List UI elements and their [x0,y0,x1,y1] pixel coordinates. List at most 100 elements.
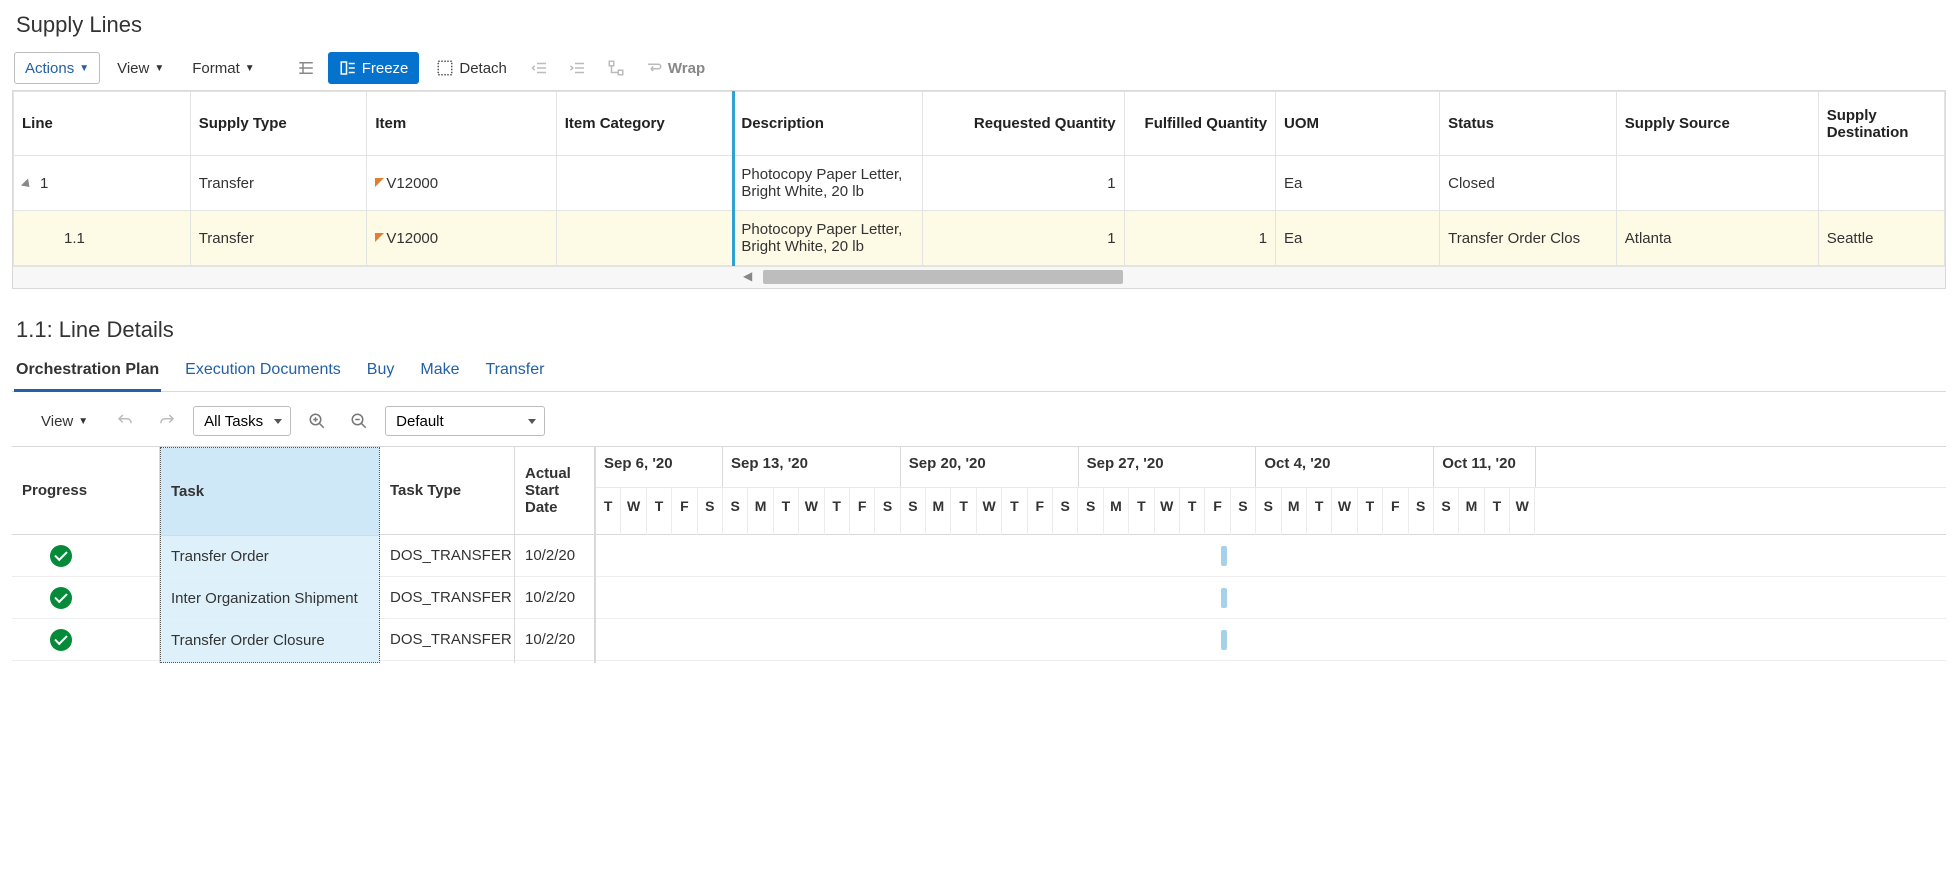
tasktype-cell: DOS_TRANSFER [380,577,514,619]
col-requested-qty[interactable]: Requested Quantity [922,92,1124,156]
status-complete-icon [50,587,72,609]
task-cell[interactable]: Transfer Order [161,536,379,578]
query-by-example-button[interactable] [290,52,322,84]
cell-item-category [556,211,733,266]
horizontal-scrollbar[interactable]: ◀ [13,266,1945,288]
zoom-out-button[interactable] [343,406,375,436]
timeline-week-header: Sep 27, '20 [1079,447,1257,487]
startdate-cell: 10/2/20 [515,577,594,619]
gantt-bar[interactable] [1221,630,1227,650]
section-title-line-details: 1.1: Line Details [16,317,1946,343]
col-header-progress[interactable]: Progress [12,447,159,535]
col-description[interactable]: Description [733,92,922,156]
gantt-chart: Progress Task Transfer Order Inter Organ… [12,446,1946,663]
cell-supply-source: Atlanta [1616,211,1818,266]
tasktype-cell: DOS_TRANSFER [380,619,514,661]
col-supply-destination[interactable]: Supply Destination [1818,92,1944,156]
timeline-day-header: M [926,488,951,535]
table-filter-icon [297,59,315,77]
format-menu-button[interactable]: Format ▼ [181,52,265,84]
timeline-day-header: W [1332,488,1357,535]
gantt-view-menu-button[interactable]: View ▼ [30,406,99,436]
col-header-startdate[interactable]: Actual Start Date [515,447,594,535]
tab-buy[interactable]: Buy [365,353,397,392]
cell-supply-type: Transfer [190,156,367,211]
timeline-day-header: S [1053,488,1078,535]
timeline-day-header: W [1155,488,1180,535]
timeline-day-header: M [1282,488,1307,535]
timeline-day-header: F [672,488,697,535]
progress-cell [12,577,159,619]
view-menu-button[interactable]: View ▼ [106,52,175,84]
freeze-button[interactable]: Freeze [328,52,420,84]
table-row[interactable]: 1 Transfer V12000 Photocopy Paper Letter… [14,156,1945,211]
zoom-level-select[interactable]: Default [385,406,545,436]
col-line[interactable]: Line [14,92,191,156]
task-filter-select[interactable]: All Tasks [193,406,291,436]
cell-uom: Ea [1276,156,1440,211]
col-item-category[interactable]: Item Category [556,92,733,156]
col-uom[interactable]: UOM [1276,92,1440,156]
timeline-day-header: T [1180,488,1205,535]
timeline-day-header: S [723,488,748,535]
timeline-day-header: W [977,488,1002,535]
scroll-left-icon[interactable]: ◀ [743,269,752,283]
timeline-day-header: T [596,488,621,535]
col-fulfilled-qty[interactable]: Fulfilled Quantity [1124,92,1275,156]
actions-menu-button[interactable]: Actions ▼ [14,52,100,84]
tab-orchestration-plan[interactable]: Orchestration Plan [14,353,161,392]
detach-icon [436,59,454,77]
col-status[interactable]: Status [1440,92,1617,156]
tab-transfer[interactable]: Transfer [484,353,547,392]
expand-toggle-icon[interactable] [21,178,33,190]
task-cell[interactable]: Transfer Order Closure [161,620,379,662]
detach-label: Detach [459,60,507,77]
gantt-left-pane: Progress Task Transfer Order Inter Organ… [12,447,595,663]
section-title-supply-lines: Supply Lines [16,12,1946,38]
timeline-day-header: T [774,488,799,535]
timeline-day-header: F [850,488,875,535]
startdate-cell: 10/2/20 [515,619,594,661]
table-row[interactable]: 1.1 Transfer V12000 Photocopy Paper Lett… [14,211,1945,266]
cell-supply-destination [1818,156,1944,211]
timeline-day-header: T [1002,488,1027,535]
col-header-tasktype[interactable]: Task Type [380,447,514,535]
redo-icon [158,412,176,430]
gantt-bar[interactable] [1221,546,1227,566]
timeline-day-header: F [1205,488,1230,535]
chevron-down-icon: ▼ [245,63,255,74]
gantt-view-label: View [41,413,73,430]
gantt-timeline[interactable]: Sep 6, '20Sep 13, '20Sep 20, '20Sep 27, … [595,447,1946,663]
outdent-button[interactable] [524,52,556,84]
tasktype-cell: DOS_TRANSFER [380,535,514,577]
wrap-button[interactable]: Wrap [638,52,712,84]
cell-line: 1.1 [14,211,191,266]
view-label: View [117,60,149,77]
expand-button[interactable] [600,52,632,84]
gantt-bar[interactable] [1221,588,1227,608]
col-header-task[interactable]: Task [161,448,379,536]
cell-fulfilled-qty [1124,156,1275,211]
col-item[interactable]: Item [367,92,556,156]
timeline-day-header: T [647,488,672,535]
timeline-day-header: S [1256,488,1281,535]
table-header-row: Line Supply Type Item Item Category Desc… [14,92,1945,156]
cell-supply-source [1616,156,1818,211]
task-cell[interactable]: Inter Organization Shipment [161,578,379,620]
col-supply-source[interactable]: Supply Source [1616,92,1818,156]
timeline-day-header: F [1383,488,1408,535]
cell-requested-qty: 1 [922,156,1124,211]
redo-button[interactable] [151,406,183,436]
timeline-day-header: W [1510,488,1535,535]
tab-execution-documents[interactable]: Execution Documents [183,353,343,392]
undo-button[interactable] [109,406,141,436]
cell-description: Photocopy Paper Letter, Bright White, 20… [733,156,922,211]
zoom-in-button[interactable] [301,406,333,436]
timeline-week-header: Sep 20, '20 [901,447,1079,487]
scrollbar-thumb[interactable] [763,270,1123,284]
tab-make[interactable]: Make [418,353,461,392]
indent-button[interactable] [562,52,594,84]
col-supply-type[interactable]: Supply Type [190,92,367,156]
timeline-day-header: W [799,488,824,535]
detach-button[interactable]: Detach [425,52,518,84]
